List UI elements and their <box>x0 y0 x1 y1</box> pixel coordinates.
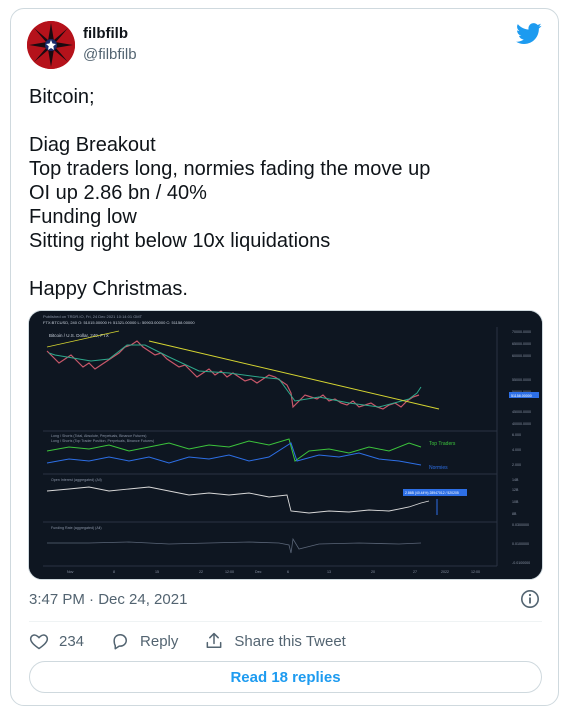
x-tick: 27 <box>413 570 417 574</box>
x-tick: 15 <box>155 570 159 574</box>
like-count: 234 <box>59 632 85 650</box>
tweet-line: Bitcoin; <box>29 86 95 108</box>
reply-icon <box>113 634 128 650</box>
avatar[interactable] <box>27 21 75 69</box>
heart-icon <box>29 634 49 650</box>
funding-tick: -0.0100000 <box>512 561 530 565</box>
x-tick: 20 <box>371 570 375 574</box>
tweet-line: Diag Breakout <box>29 134 156 156</box>
price-tick: 45000.0000 <box>512 410 531 414</box>
oi-title: Open Interest (aggregated) (All) <box>51 478 102 482</box>
x-tick: 6 <box>287 570 289 574</box>
tweet-line: Funding low <box>29 206 137 228</box>
tweet-media-chart[interactable]: Published on TRDR.IO, Fri, 24 Dec 2021 1… <box>28 310 543 580</box>
trading-chart-image: Published on TRDR.IO, Fri, 24 Dec 2021 1… <box>29 311 542 579</box>
normies-label: Normies <box>429 465 448 471</box>
read-replies-button[interactable]: Read 18 replies <box>29 661 542 693</box>
x-tick: Nov <box>67 570 74 574</box>
price-tick: 60000.0000 <box>512 354 531 358</box>
ls-tick: 2.000 <box>512 463 521 467</box>
handle[interactable]: @filbfilb <box>83 45 137 65</box>
tweet-line: Top traders long, normies fading the mov… <box>29 158 431 180</box>
oi-callout-label: 2.86B (40.44%) 28947012 / 520205 <box>405 491 459 495</box>
x-tick: Dec <box>255 570 262 574</box>
tweet-line: Sitting right below 10x liquidations <box>29 230 331 252</box>
display-name[interactable]: filbfilb <box>83 25 137 43</box>
x-tick: 13 <box>327 570 331 574</box>
tweet-line: Happy Christmas. <box>29 278 188 300</box>
price-tick: 65000.0000 <box>512 342 531 346</box>
tweet-line <box>29 109 544 133</box>
price-tick: 70000.0000 <box>512 330 531 334</box>
reply-button[interactable]: Reply <box>110 631 178 651</box>
like-button[interactable]: 234 <box>29 631 84 651</box>
ls-title: Long / Shorts (Top Trader Position, Perp… <box>51 439 154 443</box>
chart-ohlc: FTX:BTCUSD, 240 O: 51015.00000 H: 51321.… <box>43 320 195 325</box>
price-tick: 55000.0000 <box>512 378 531 382</box>
tweet-line <box>29 253 544 277</box>
divider <box>29 621 542 622</box>
reply-label: Reply <box>140 632 179 650</box>
action-bar: 234 Reply Share this Tweet <box>29 629 372 653</box>
share-button[interactable]: Share this Tweet <box>204 631 346 651</box>
x-tick: 12:00 <box>471 570 480 574</box>
red-star-avatar-icon <box>27 21 75 69</box>
top-traders-label: Top Traders <box>429 441 456 447</box>
tweet-line: OI up 2.86 bn / 40% <box>29 182 207 204</box>
x-tick: 2022 <box>441 570 449 574</box>
ls-tick: 6.000 <box>512 433 521 437</box>
x-tick: 8 <box>113 570 115 574</box>
tweet-timestamp[interactable]: 3:47 PM · Dec 24, 2021 <box>29 591 187 608</box>
oi-tick: 10B <box>512 500 519 504</box>
author-block: filbfilb @filbfilb <box>83 25 137 65</box>
twitter-bird-icon[interactable] <box>516 23 542 45</box>
oi-tick: 12B <box>512 488 519 492</box>
price-axis: 70000.0000 65000.0000 60000.0000 55000.0… <box>512 330 531 426</box>
funding-tick: 0.0300000 <box>512 523 529 527</box>
ls-tick: 4.000 <box>512 448 521 452</box>
price-marker-label: 51158.00000 <box>511 394 532 398</box>
oi-tick: 14B <box>512 478 519 482</box>
tweet-text: Bitcoin; Diag Breakout Top traders long,… <box>29 85 544 301</box>
oi-tick: 8B <box>512 512 517 516</box>
tweet-card: filbfilb @filbfilb Bitcoin; Diag Breakou… <box>10 8 559 706</box>
x-tick: 12:00 <box>225 570 234 574</box>
funding-tick: 0.0100000 <box>512 542 529 546</box>
x-tick: 22 <box>199 570 203 574</box>
share-label: Share this Tweet <box>234 632 346 650</box>
info-icon[interactable] <box>520 589 540 609</box>
chart-published: Published on TRDR.IO, Fri, 24 Dec 2021 1… <box>43 314 143 319</box>
funding-title: Funding Rate (aggregated) (All) <box>51 526 102 530</box>
share-icon <box>206 632 222 648</box>
price-tick: 40000.0000 <box>512 422 531 426</box>
ls-title: Long / Shorts (Total, Absolute, Perpetua… <box>51 434 147 438</box>
